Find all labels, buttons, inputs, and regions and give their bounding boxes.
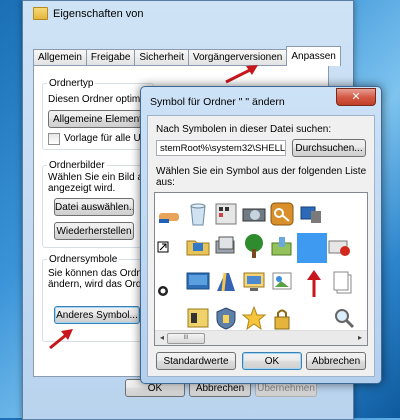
- shield-tools-icon[interactable]: [213, 305, 239, 331]
- recycle-bin-icon[interactable]: [185, 201, 211, 227]
- lock-icon[interactable]: [269, 305, 295, 331]
- desktop-icon[interactable]: [185, 269, 211, 295]
- stacked-documents-icon[interactable]: [213, 233, 239, 259]
- ordnertyp-dropdown[interactable]: Allgemeine Elemente: [48, 110, 152, 128]
- power-icon[interactable]: [157, 285, 171, 299]
- change-icon-button[interactable]: Anderes Symbol...: [54, 306, 140, 324]
- window-title-bar: Eigenschaften von: [33, 7, 144, 20]
- choose-file-button[interactable]: Datei auswählen...: [54, 198, 134, 216]
- ordnersymbole-description-2: ändern, wird das Ordne: [48, 279, 153, 290]
- calculator-grid-icon[interactable]: [213, 201, 239, 227]
- pages-icon[interactable]: [331, 269, 357, 295]
- tree-icon[interactable]: [241, 233, 267, 259]
- tab-strip: Allgemein Freigabe Sicherheit Vorgängerv…: [33, 46, 341, 66]
- dialog-body: Nach Symbolen in dieser Datei suchen: st…: [147, 115, 375, 377]
- computer-window-icon[interactable]: [241, 269, 267, 295]
- cd-drive-icon[interactable]: [241, 201, 267, 227]
- monitor-picture-icon[interactable]: [269, 269, 295, 295]
- scroll-thumb[interactable]: III: [167, 333, 205, 344]
- search-label: Nach Symbolen in dieser Datei suchen:: [156, 124, 332, 135]
- key-icon[interactable]: [269, 201, 295, 227]
- template-checkbox[interactable]: [48, 133, 60, 145]
- green-folder-arrow-icon[interactable]: [269, 233, 295, 259]
- dialog-cancel-button[interactable]: Abbrechen: [306, 352, 366, 370]
- printer-group-icon[interactable]: [185, 305, 211, 331]
- icon-list[interactable]: ◂ III ▸: [154, 192, 368, 346]
- red-arrow-button: [49, 329, 73, 350]
- tab-allgemein[interactable]: Allgemein: [33, 49, 87, 66]
- hand-share-icon[interactable]: [157, 203, 183, 229]
- selected-icon-slot[interactable]: [297, 233, 327, 263]
- scroll-right-icon[interactable]: ▸: [354, 332, 366, 343]
- ordnerbilder-description-2: angezeigt wird.: [48, 183, 116, 194]
- magnifier-icon[interactable]: [331, 305, 357, 331]
- red-arrow-tab: [225, 65, 258, 84]
- red-up-arrow-icon: [307, 270, 321, 297]
- browse-button[interactable]: Durchsuchen...: [292, 139, 366, 157]
- ordnerbilder-description-1: Wählen Sie ein Bild a: [48, 172, 144, 183]
- choose-label-2: aus:: [156, 177, 175, 188]
- choose-label-1: Wählen Sie ein Symbol aus der folgenden …: [156, 166, 367, 177]
- ordnersymbole-legend: Ordnersymbole: [49, 254, 118, 265]
- dialog-ok-button[interactable]: OK: [242, 352, 302, 370]
- defaults-button[interactable]: Standardwerte: [156, 352, 236, 370]
- star-icon[interactable]: [241, 305, 267, 331]
- ordnerbilder-legend: Ordnerbilder: [49, 160, 105, 171]
- restore-button[interactable]: Wiederherstellen: [54, 222, 134, 240]
- book-icon[interactable]: [213, 269, 239, 295]
- shortcut-arrow-icon[interactable]: [157, 241, 171, 255]
- ordnertyp-description: Diesen Ordner optimier: [48, 94, 152, 105]
- tab-freigabe[interactable]: Freigabe: [85, 49, 136, 66]
- change-icon-dialog: Symbol für Ordner " " ändern ✕ Nach Symb…: [140, 86, 382, 384]
- folder-icon: [33, 7, 48, 20]
- icon-list-scrollbar[interactable]: ◂ III ▸: [155, 330, 367, 345]
- ordnertyp-legend: Ordnertyp: [49, 78, 94, 89]
- network-computer-icon[interactable]: [297, 201, 323, 227]
- close-icon[interactable]: ✕: [336, 88, 376, 106]
- tab-sicherheit[interactable]: Sicherheit: [134, 49, 189, 66]
- file-path-input[interactable]: stemRoot%\system32\SHELL32.dll: [156, 140, 286, 156]
- dialog-title: Symbol für Ordner " " ändern: [150, 96, 285, 108]
- folder-blue-icon[interactable]: [185, 233, 211, 259]
- warning-drive-icon[interactable]: [325, 233, 351, 259]
- window-title: Eigenschaften von: [53, 7, 144, 20]
- tab-anpassen[interactable]: Anpassen: [286, 46, 341, 66]
